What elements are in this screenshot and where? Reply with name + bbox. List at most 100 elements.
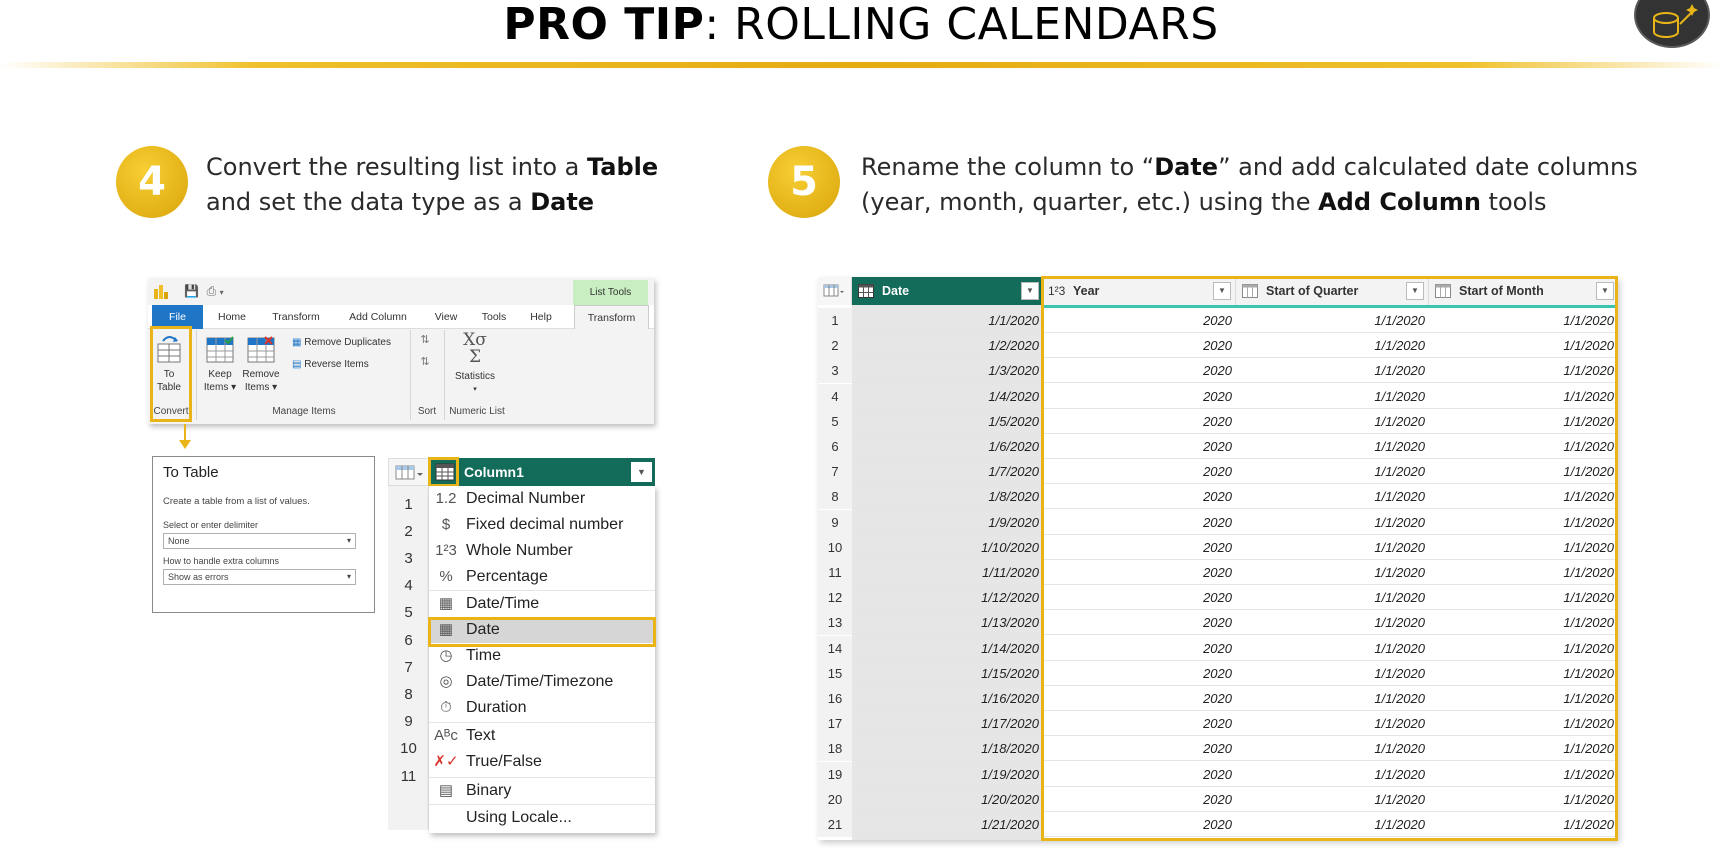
keep-items-button[interactable]: Keep Items ▾	[202, 334, 238, 394]
type-option-fixed-decimal-number[interactable]: $ Fixed decimal number	[429, 512, 655, 538]
row-number: 4	[404, 577, 413, 594]
sort-descending-icon: ⇅	[420, 356, 430, 368]
column-filter-dropdown-icon[interactable]: ▼	[1021, 282, 1039, 300]
date-cell: 1/2/2020	[988, 338, 1039, 354]
step-4-text: Convert the resulting list into a Table …	[206, 150, 658, 220]
row-number: 8	[818, 484, 852, 510]
row-number: 1	[818, 308, 852, 333]
extra-columns-select[interactable]: Show as errors ▾	[163, 569, 356, 585]
quick-access-toolbar: 💾 ⎙ ▾	[154, 284, 224, 299]
type-option-date-time[interactable]: ▦ Date/Time	[429, 590, 655, 616]
tab-add-column[interactable]: Add Column	[338, 305, 418, 329]
date-cell: 1/12/2020	[981, 590, 1039, 606]
type-option-binary[interactable]: ▤ Binary	[429, 777, 655, 803]
date-cell: 1/15/2020	[981, 665, 1039, 681]
row-number: 7	[818, 459, 852, 485]
power-query-ribbon: 💾 ⎙ ▾ List Tools File Home Transform Add…	[148, 278, 654, 424]
row-number: 2	[404, 523, 413, 540]
duration-icon: ⏱	[440, 699, 452, 716]
date-cell: 1/17/2020	[981, 716, 1039, 732]
type-option-decimal-number[interactable]: 1.2 Decimal Number	[429, 486, 655, 512]
type-option-percentage[interactable]: % Percentage	[429, 564, 655, 590]
type-option-label: Text	[466, 727, 496, 744]
undo-icon[interactable]: ⎙	[207, 284, 217, 298]
date-cell: 1/7/2020	[988, 464, 1039, 480]
delimiter-select[interactable]: None ▾	[163, 533, 356, 549]
data-type-menu: 1.2 Decimal Number $ Fixed decimal number 1²…	[429, 486, 655, 833]
type-option-label: Date/Time	[466, 595, 540, 612]
keep-items-icon	[206, 336, 234, 363]
row-number: 2	[818, 333, 852, 359]
date-column-header[interactable]: Date ▼	[852, 277, 1043, 305]
row-number: 13	[818, 610, 852, 636]
true-false-icon: ✗✓	[433, 753, 459, 770]
type-option-label: Using Locale...	[466, 809, 572, 826]
tab-transform[interactable]: Transform	[264, 305, 328, 329]
calendar-type-icon[interactable]	[858, 284, 874, 298]
type-option-duration[interactable]: ⏱ Duration	[429, 695, 655, 721]
reverse-items-button[interactable]: ▤ Reverse Items	[292, 358, 369, 371]
sort-ascending-button[interactable]: ⇅	[416, 334, 434, 347]
row-number: 9	[404, 713, 413, 730]
sort-descending-button[interactable]: ⇅	[416, 356, 434, 369]
date-column-label: Date	[882, 284, 910, 298]
brand-logo-icon	[1634, 0, 1710, 48]
reverse-items-icon: ▤	[292, 359, 302, 370]
percentage-icon: %	[439, 568, 453, 585]
tab-home[interactable]: Home	[210, 305, 254, 329]
remove-duplicates-button[interactable]: ▦ Remove Duplicates	[292, 336, 391, 349]
row-number: 16	[818, 686, 852, 711]
type-option-label: Decimal Number	[466, 490, 586, 507]
group-convert: Convert	[153, 406, 189, 417]
date-cell: 1/14/2020	[981, 640, 1039, 656]
type-option-label: Date/Time/Timezone	[466, 673, 614, 690]
step-5-line2: (year, month, quarter, etc.) using the A…	[861, 188, 1547, 216]
to-table-dialog: To Table Create a table from a list of v…	[152, 456, 375, 613]
ribbon-tabs: File Home Transform Add Column View Tool…	[148, 305, 654, 329]
step-4-line2: and set the data type as a Date	[206, 188, 595, 216]
grid-corner-button[interactable]	[818, 277, 852, 305]
type-option-using-locale[interactable]: Using Locale...	[429, 804, 655, 830]
row-number: 3	[818, 358, 852, 384]
date-type-highlight	[428, 617, 656, 647]
table-corner-button[interactable]	[388, 458, 429, 486]
date-cell: 1/16/2020	[981, 691, 1039, 706]
row-number: 18	[818, 736, 852, 762]
date-cell: 1/5/2020	[988, 413, 1039, 429]
tab-view[interactable]: View	[428, 305, 464, 329]
row-number: 19	[818, 761, 852, 787]
step-4-line1: Convert the resulting list into a Table	[206, 153, 659, 181]
tab-help[interactable]: Help	[522, 305, 560, 329]
column1-header[interactable]: Column1 ▼	[429, 458, 655, 486]
qat-dropdown-icon[interactable]: ▾	[220, 288, 224, 297]
column-filter-dropdown-icon[interactable]: ▼	[631, 462, 652, 482]
type-option-label: Duration	[466, 699, 527, 716]
type-option-date-time-timezone[interactable]: ◎ Date/Time/Timezone	[429, 669, 655, 695]
row-number: 5	[404, 604, 413, 621]
row-number: 1	[404, 496, 413, 513]
date-cell: 1/4/2020	[988, 388, 1039, 404]
type-option-text[interactable]: Aᴮc Text	[429, 722, 655, 748]
row-number: 5	[818, 408, 852, 434]
title-bold: PRO TIP	[503, 0, 705, 50]
added-columns-highlight	[1041, 276, 1618, 841]
table-icon	[823, 284, 844, 297]
step-4-badge: 4	[116, 146, 188, 218]
date-cell: 1/18/2020	[981, 741, 1039, 757]
statistics-dropdown-icon: ▾	[473, 386, 477, 393]
date-cell: 1/21/2020	[981, 817, 1039, 832]
date-cell: 1/10/2020	[981, 539, 1039, 555]
save-icon[interactable]: 💾	[184, 284, 199, 298]
statistics-icon: Xσ Σ	[463, 330, 487, 367]
statistics-button[interactable]: Xσ Σ Statistics ▾	[450, 332, 500, 396]
row-number: 12	[818, 585, 852, 611]
tab-list-transform[interactable]: Transform	[574, 305, 649, 329]
tab-tools[interactable]: Tools	[474, 305, 514, 329]
datetime-timezone-icon: ◎	[439, 673, 453, 690]
type-option-whole-number[interactable]: 1²3 Whole Number	[429, 538, 655, 564]
chevron-down-icon: ▾	[346, 536, 351, 545]
binary-icon: ▤	[438, 782, 454, 799]
fixed-decimal-icon: $	[441, 516, 451, 533]
type-option-true-false[interactable]: ✗✓ True/False	[429, 749, 655, 775]
remove-items-button[interactable]: Remove Items ▾	[240, 334, 282, 394]
